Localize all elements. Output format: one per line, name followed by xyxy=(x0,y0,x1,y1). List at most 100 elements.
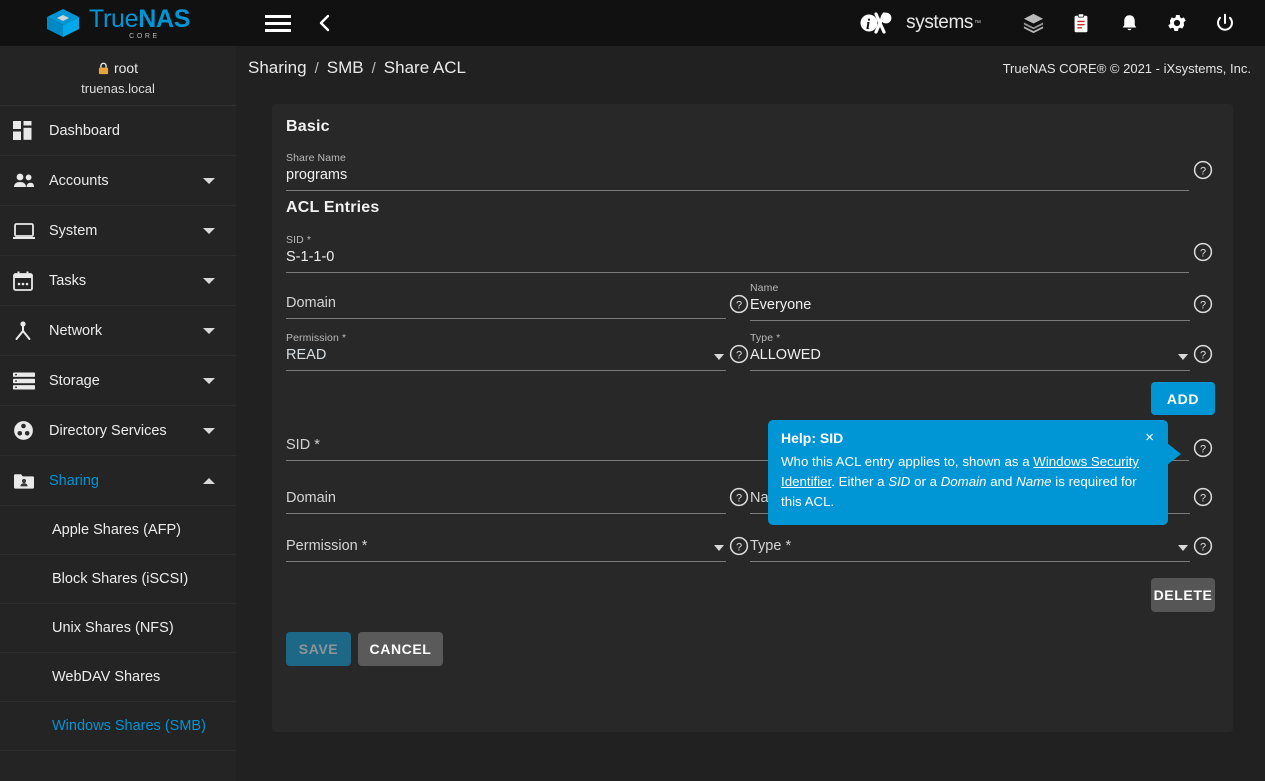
svg-text:?: ? xyxy=(736,349,742,361)
chevron-down-icon[interactable] xyxy=(203,178,215,184)
svg-text:?: ? xyxy=(1200,492,1206,504)
back-chevron-icon[interactable] xyxy=(313,12,335,34)
help-icon-domain-2[interactable]: ? xyxy=(729,487,749,507)
close-icon[interactable]: × xyxy=(1144,430,1155,445)
help-icon-permission-1[interactable]: ? xyxy=(729,344,749,364)
help-icon-share-name[interactable]: ? xyxy=(1193,160,1213,180)
gear-icon[interactable] xyxy=(1153,0,1201,46)
main-content: Sharing / SMB / Share ACL TrueNAS CORE® … xyxy=(236,46,1265,781)
sidebar-label: Tasks xyxy=(49,273,86,289)
sid-value: S-1-1-0 xyxy=(286,249,334,265)
type-label: Type * xyxy=(750,332,1190,344)
svg-text:?: ? xyxy=(1200,247,1206,259)
sidebar-item-webdav-shares[interactable]: WebDAV Shares xyxy=(0,653,236,702)
menu-toggle-icon[interactable] xyxy=(265,13,291,33)
sidebar-item-unix-shares[interactable]: Unix Shares (NFS) xyxy=(0,604,236,653)
field-underline xyxy=(750,561,1190,562)
chevron-down-icon[interactable] xyxy=(1178,354,1188,360)
network-icon xyxy=(13,321,49,341)
sidebar-item-network[interactable]: Network xyxy=(0,306,236,356)
domain-field-2[interactable]: Domain xyxy=(286,489,726,514)
chevron-left-icon xyxy=(317,13,331,33)
storage-icon xyxy=(13,372,49,390)
share-name-value: programs xyxy=(286,167,347,183)
permission-label: Permission * xyxy=(286,332,726,344)
truenas-logo-icon xyxy=(46,8,80,38)
breadcrumb-item-smb[interactable]: SMB xyxy=(327,58,364,78)
accounts-icon xyxy=(13,172,49,190)
sid-field-1[interactable]: SID * S-1-1-0 xyxy=(286,234,1189,273)
add-button[interactable]: ADD xyxy=(1151,382,1215,415)
breadcrumb-item-sharing[interactable]: Sharing xyxy=(248,58,307,78)
sidebar-item-apple-shares[interactable]: Apple Shares (AFP) xyxy=(0,506,236,555)
chevron-down-icon[interactable] xyxy=(203,428,215,434)
clipboard-icon[interactable] xyxy=(1057,0,1105,46)
hamburger-bar xyxy=(265,22,291,25)
truenas-logo[interactable]: TrueNAS CORE xyxy=(0,0,236,46)
sidebar-item-directory-services[interactable]: Directory Services xyxy=(0,406,236,456)
sidebar-item-storage[interactable]: Storage xyxy=(0,356,236,406)
svg-text:?: ? xyxy=(1200,349,1206,361)
help-icon-type-2[interactable]: ? xyxy=(1193,536,1213,556)
help-icon-name-2[interactable]: ? xyxy=(1193,487,1213,507)
domain-placeholder: Domain xyxy=(286,295,336,311)
chevron-down-icon[interactable] xyxy=(714,354,724,360)
type-select-2[interactable]: Type * xyxy=(750,537,1190,562)
sidebar-item-sharing[interactable]: Sharing xyxy=(0,456,236,506)
tasks-icon xyxy=(13,271,49,291)
svg-text:?: ? xyxy=(736,299,742,311)
field-underline xyxy=(286,561,726,562)
sidebar-label: Dashboard xyxy=(49,123,120,139)
help-icon-sid-1[interactable]: ? xyxy=(1193,242,1213,262)
sidebar-item-block-shares[interactable]: Block Shares (iSCSI) xyxy=(0,555,236,604)
ixsystems-mark-icon: i xyxy=(860,10,904,36)
field-underline xyxy=(286,318,726,319)
help-icon-type-1[interactable]: ? xyxy=(1193,344,1213,364)
bell-icon[interactable] xyxy=(1105,0,1153,46)
sidebar-item-windows-shares[interactable]: Windows Shares (SMB) xyxy=(0,702,236,751)
field-underline xyxy=(750,320,1190,321)
help-icon-name-1[interactable]: ? xyxy=(1193,294,1213,314)
permission-select-2[interactable]: Permission * xyxy=(286,537,726,562)
tooltip-pointer xyxy=(1167,443,1181,465)
chevron-down-icon[interactable] xyxy=(714,545,724,551)
share-name-field[interactable]: Share Name programs xyxy=(286,152,1189,191)
breadcrumb-item-share-acl[interactable]: Share ACL xyxy=(384,58,466,78)
ixsystems-wordmark: systems xyxy=(906,12,973,34)
share-acl-form-card: Basic Share Name programs ? ACL Entries … xyxy=(272,104,1233,732)
type-select-1[interactable]: Type * ALLOWED xyxy=(750,332,1190,371)
svg-text:?: ? xyxy=(1200,541,1206,553)
name-field-1[interactable]: Name Everyone xyxy=(750,282,1190,321)
domain-field-1[interactable]: Domain xyxy=(286,294,726,319)
sidebar-item-tasks[interactable]: Tasks xyxy=(0,256,236,306)
save-button[interactable]: SAVE xyxy=(286,632,351,666)
permission-value: READ xyxy=(286,347,326,363)
cube-icon[interactable] xyxy=(1009,0,1057,46)
permission-select-1[interactable]: Permission * READ xyxy=(286,332,726,371)
tooltip-em-sid: SID xyxy=(888,474,910,489)
help-icon-permission-2[interactable]: ? xyxy=(729,536,749,556)
delete-button[interactable]: DELETE xyxy=(1151,578,1215,612)
sidebar-item-dashboard[interactable]: Dashboard xyxy=(0,106,236,156)
sidebar-label: Network xyxy=(49,323,102,339)
chevron-down-icon[interactable] xyxy=(203,278,215,284)
power-icon[interactable] xyxy=(1201,0,1249,46)
help-icon-sid-2[interactable]: ? xyxy=(1193,438,1213,458)
svg-text:?: ? xyxy=(1200,165,1206,177)
chevron-down-icon[interactable] xyxy=(1178,545,1188,551)
sidebar-item-accounts[interactable]: Accounts xyxy=(0,156,236,206)
field-underline xyxy=(750,370,1190,371)
svg-text:?: ? xyxy=(736,541,742,553)
chevron-down-icon[interactable] xyxy=(203,328,215,334)
cancel-button[interactable]: CANCEL xyxy=(358,632,443,666)
help-icon-domain-1[interactable]: ? xyxy=(729,294,749,314)
chevron-up-icon[interactable] xyxy=(203,478,215,484)
user-block: root truenas.local xyxy=(0,46,236,106)
tooltip-em-domain: Domain xyxy=(941,474,987,489)
tooltip-em-name: Name xyxy=(1016,474,1051,489)
chevron-down-icon[interactable] xyxy=(203,378,215,384)
sidebar-item-system[interactable]: System xyxy=(0,206,236,256)
chevron-down-icon[interactable] xyxy=(203,228,215,234)
hostname-label: truenas.local xyxy=(81,81,155,96)
copyright-label: TrueNAS CORE® © 2021 - iXsystems, Inc. xyxy=(1003,61,1251,76)
